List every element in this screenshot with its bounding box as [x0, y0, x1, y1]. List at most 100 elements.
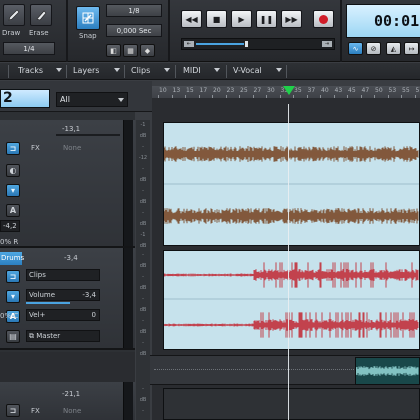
input-icon: ⊐	[9, 272, 17, 281]
menu-layers-arrow-icon	[114, 68, 120, 72]
record-button[interactable]	[313, 10, 334, 28]
ruler-label: 15	[186, 87, 194, 94]
track-header-spacer	[0, 352, 135, 382]
waveform-left-channel	[163, 146, 419, 162]
play-button[interactable]: ▶	[231, 10, 252, 28]
audio-clip-drums[interactable]	[163, 250, 420, 350]
ruler-label: 43	[334, 87, 343, 94]
loop-mode-button[interactable]: ∿	[348, 42, 363, 55]
lane-divider-strip[interactable]	[150, 355, 420, 385]
draw-tool-button[interactable]	[3, 4, 25, 26]
track-fx-value[interactable]: None	[63, 407, 81, 415]
audio-clip-track-1[interactable]	[163, 122, 420, 246]
snap-resolution-select[interactable]: 1/8	[106, 4, 162, 17]
toolbar-divider	[168, 0, 170, 62]
punch-button[interactable]: ↦	[404, 42, 419, 55]
playhead-line	[288, 104, 289, 420]
track-fx-button[interactable]: ▤	[6, 330, 20, 343]
playhead-marker-icon[interactable]	[283, 86, 295, 95]
db-scale-track-1: -1 dB - -12- dB - dB - dB -1 dB	[136, 120, 150, 252]
menu-clips[interactable]: Clips	[131, 66, 150, 75]
position-slider[interactable]: ⇤ ⇥	[181, 38, 335, 50]
db-scale-label: -1	[140, 122, 146, 128]
snap-time-field[interactable]: 0,000 Sec	[106, 24, 162, 37]
menu-v-vocal[interactable]: V-Vocal	[233, 66, 262, 75]
db-scale-label: -	[142, 252, 144, 258]
db-scale-label: -1	[140, 232, 146, 238]
input-icon: ⊐	[9, 406, 17, 415]
menu-midi[interactable]: MIDI	[183, 66, 201, 75]
position-slider-thumb[interactable]	[244, 40, 249, 48]
mute-icon: ◐	[9, 166, 17, 175]
track-input-echo-button[interactable]: ⊐	[6, 404, 20, 417]
ruler-label: 23	[226, 87, 235, 94]
menu-divider	[8, 65, 9, 78]
track-output-select[interactable]: ⧉ Master	[26, 330, 100, 342]
menu-layers[interactable]: Layers	[73, 66, 99, 75]
quantize-select[interactable]: 1/4	[3, 42, 55, 55]
track-mute-button[interactable]: ◐	[6, 164, 20, 177]
menu-divider	[124, 65, 125, 78]
menu-divider	[226, 65, 227, 78]
db-scale-label: dB	[139, 199, 147, 205]
loop-icon: ∿	[352, 44, 359, 53]
track-automation-button[interactable]: ▾	[6, 290, 20, 303]
time-display[interactable]: 00:01	[346, 4, 420, 38]
fast-forward-button[interactable]: ▶▶	[281, 10, 302, 28]
pause-button[interactable]: ❚❚	[256, 10, 277, 28]
waveform-track-1	[163, 146, 419, 224]
db-scale-label: -	[142, 210, 144, 216]
metronome-button[interactable]: ◭	[386, 42, 401, 55]
track-volume-value: -3,4	[64, 254, 78, 262]
menu-tracks[interactable]: Tracks	[18, 66, 43, 75]
track-pan-value[interactable]: 0% R	[0, 238, 18, 246]
mini-waveform	[355, 366, 419, 376]
track-level-meter	[123, 120, 133, 246]
snap-mode-marker-button[interactable]: ◆	[140, 44, 155, 57]
ruler-label: 10	[159, 87, 167, 94]
waveform-drums	[163, 262, 419, 338]
volume-fill	[26, 302, 70, 304]
track-volume-field[interactable]: Volume -3,4	[26, 289, 100, 301]
empty-clip-lane-track-3[interactable]	[163, 388, 420, 420]
diamond-icon: ◆	[144, 46, 151, 55]
db-scale-label: -	[142, 386, 144, 392]
grid-icon: ▦	[127, 46, 134, 55]
audio-track-1[interactable]: -13,1 ⊐ FX None ◐ ▾ A -4,2 0% R	[0, 120, 135, 248]
toolbar: Draw Erase 1/4 Snap 1/8 0,000 Sec ◧ ▦ ◆ …	[0, 0, 420, 62]
db-scale-label: dB	[139, 221, 147, 227]
erase-tool-button[interactable]	[30, 4, 52, 26]
track-solo-button[interactable]: A	[6, 204, 20, 217]
rewind-icon: ◀◀	[185, 14, 198, 24]
snap-mode-magnet-button[interactable]: ◧	[106, 44, 121, 57]
stop-button[interactable]: ■	[206, 10, 227, 28]
track-gain-field[interactable]: -4,2	[0, 220, 20, 232]
audio-track-3[interactable]: -21,1 ⊐ FX None	[0, 382, 135, 420]
track-filter-select[interactable]: All	[56, 92, 128, 107]
mini-clip-preview[interactable]	[355, 357, 420, 385]
db-scale-track-2: - dB - dB - dB - dB - dB	[136, 250, 150, 360]
track-number-display[interactable]: 2	[0, 89, 50, 108]
track-fx-value[interactable]: None	[63, 144, 81, 152]
track-name-field[interactable]: Drums	[0, 252, 24, 265]
no-loop-button[interactable]: ⊘	[366, 42, 381, 55]
db-scale-label: -	[142, 408, 144, 414]
audio-track-drums[interactable]: Drums -3,4 ⊐ Clips ▾ A Volume -3,4 Vel+ …	[0, 248, 135, 350]
snap-mode-grid-button[interactable]: ▦	[123, 44, 138, 57]
toolbar-divider	[66, 0, 68, 62]
track-velocity-field[interactable]: Vel+ 0	[26, 309, 100, 321]
track-input-echo-button[interactable]: ⊐	[6, 270, 20, 283]
track-input-echo-button[interactable]: ⊐	[6, 142, 20, 155]
snap-button[interactable]	[76, 6, 100, 30]
track-clips-select[interactable]: Clips	[26, 269, 100, 281]
db-scale-label: dB	[139, 133, 147, 139]
track-pan-value[interactable]: 0% C	[0, 312, 18, 320]
track-automation-button[interactable]: ▾	[6, 184, 20, 197]
db-scale-track-3: - dB -	[136, 384, 150, 417]
chevron-down-icon: ▾	[10, 186, 15, 195]
rewind-button[interactable]: ◀◀	[181, 10, 202, 28]
snap-label: Snap	[79, 32, 97, 40]
ruler-label: 50	[375, 87, 383, 94]
fast-forward-icon: ▶▶	[285, 14, 298, 24]
db-scale-label: dB	[139, 351, 147, 357]
